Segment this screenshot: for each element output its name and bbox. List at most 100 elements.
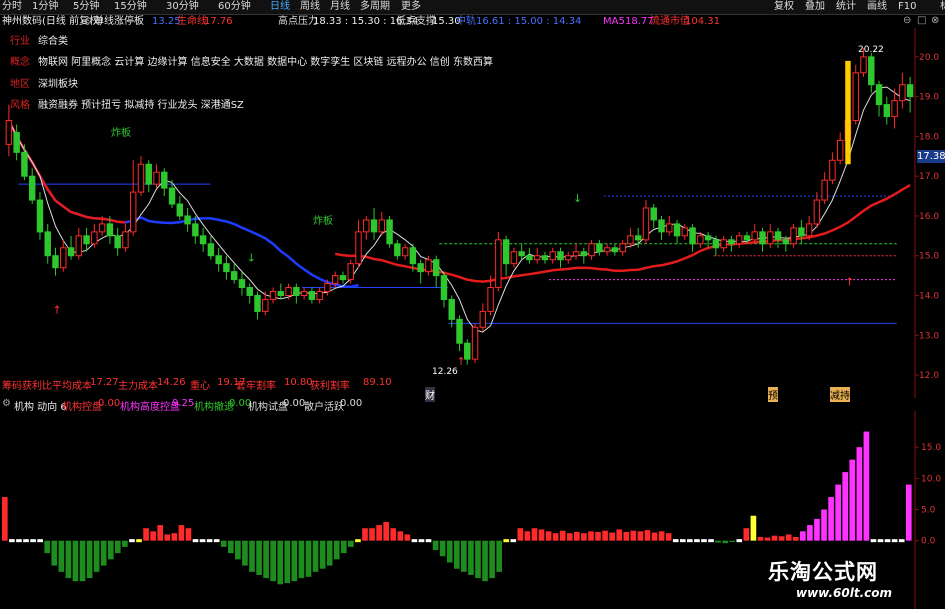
candle-body xyxy=(596,243,603,253)
period-tab-6[interactable]: 日线 xyxy=(270,0,290,14)
institution-bar xyxy=(665,533,672,541)
institution-bar xyxy=(609,532,615,541)
candle-body xyxy=(230,271,238,281)
institution-bar xyxy=(404,534,411,541)
institution-bar xyxy=(171,533,178,541)
tool-tab-0[interactable]: 复权 xyxy=(774,0,794,14)
institution-bar xyxy=(496,540,502,572)
institution-bar xyxy=(453,540,460,569)
candle-body xyxy=(471,326,479,360)
institution-bar xyxy=(475,540,481,579)
institution-bar xyxy=(284,540,291,584)
candlestick-chart[interactable]: 12.013.014.015.016.017.018.019.020.0↑↑↑↓… xyxy=(0,28,945,398)
institution-bar xyxy=(319,540,326,569)
institution-bar xyxy=(566,533,573,541)
candle-body xyxy=(262,298,269,312)
institution-bar xyxy=(93,540,100,572)
candle-body xyxy=(13,131,20,153)
event-ji-badge[interactable]: 预 xyxy=(768,387,778,402)
candle-body xyxy=(316,291,323,300)
panel2-kp-value: 0.00 xyxy=(98,398,121,409)
institution-bar xyxy=(792,536,799,541)
period-tab-10[interactable]: 更多 xyxy=(401,0,421,14)
institution-bar xyxy=(100,540,107,566)
bar-zero xyxy=(884,539,891,543)
period-tab-2[interactable]: 5分钟 xyxy=(73,0,99,14)
tool-tab-4[interactable]: F10 xyxy=(898,0,916,14)
institution-bar xyxy=(785,534,792,541)
institution-bar xyxy=(489,540,495,579)
candle-body xyxy=(697,235,704,245)
candle-body xyxy=(580,251,588,257)
candle-body xyxy=(378,219,386,233)
period-tab-3[interactable]: 15分钟 xyxy=(114,0,147,14)
institution-bar xyxy=(835,484,841,541)
period-tab-7[interactable]: 周线 xyxy=(300,0,320,14)
settings-gear-icon[interactable]: ⚙ xyxy=(84,15,93,28)
institution-bar xyxy=(256,540,262,575)
period-tab-1[interactable]: 1分钟 xyxy=(32,0,58,14)
institution-bar xyxy=(65,540,72,579)
institution-bar xyxy=(800,531,806,541)
institution-bar xyxy=(778,536,785,541)
bar-zero xyxy=(687,539,693,543)
candle-body xyxy=(83,235,90,245)
candle-body xyxy=(5,120,13,145)
candle-body xyxy=(285,287,292,296)
tool-tab-3[interactable]: 画线 xyxy=(867,0,887,14)
candle-body xyxy=(21,151,28,177)
bar-zero xyxy=(891,539,898,543)
candle-body xyxy=(176,203,184,217)
candle-body xyxy=(269,291,277,300)
institution-bar xyxy=(185,528,192,541)
candle-body xyxy=(681,227,689,237)
institution-bar xyxy=(630,530,637,541)
bar-zero xyxy=(37,539,43,543)
tool-tab-5[interactable]: 标记 xyxy=(940,0,945,14)
info-didian-label: 低点支撑 xyxy=(396,16,436,27)
candle-body xyxy=(798,227,805,237)
period-tab-5[interactable]: 60分钟 xyxy=(218,0,251,14)
institution-bar xyxy=(178,525,185,541)
tool-tab-2[interactable]: 统计 xyxy=(836,0,856,14)
institution-bar xyxy=(856,447,863,541)
candle-body xyxy=(448,298,455,320)
period-tab-8[interactable]: 月线 xyxy=(330,0,350,14)
candle-body xyxy=(308,291,316,300)
candle-body xyxy=(417,263,424,273)
bar-zero xyxy=(23,539,29,543)
candle-body xyxy=(650,207,657,221)
candle-body xyxy=(906,84,914,98)
y-tick-label: 19.0 xyxy=(919,93,939,103)
institution-bar xyxy=(277,540,284,585)
institution-bar xyxy=(771,535,778,541)
period-tab-9[interactable]: 多周期 xyxy=(360,0,390,14)
event-cai-badge[interactable]: 财 xyxy=(425,387,435,402)
institution-bar xyxy=(114,540,121,554)
close-icon[interactable]: ⊗ xyxy=(931,14,939,27)
institution-bar xyxy=(559,530,566,541)
institution-bar xyxy=(249,540,255,572)
candle-body xyxy=(689,227,696,245)
candle-body xyxy=(432,259,440,277)
institution-bar xyxy=(644,530,651,541)
restore-icon[interactable]: □ xyxy=(917,14,926,27)
minimize-icon[interactable]: ⊖ xyxy=(903,14,911,27)
y-tick-label: 13.0 xyxy=(919,331,939,341)
institution-bar xyxy=(44,540,51,554)
candle-body xyxy=(673,223,681,237)
indicator-name[interactable]: 单线涨停板 xyxy=(94,15,144,28)
up-arrow-icon: ↑ xyxy=(53,303,62,316)
candle-body xyxy=(67,247,75,257)
event-jian-badge[interactable]: 减持 xyxy=(830,387,850,402)
institution-bar xyxy=(298,540,305,579)
candle-body xyxy=(634,235,642,241)
candle-body xyxy=(821,179,828,201)
panel2-settings-icon[interactable]: ⚙ xyxy=(2,398,11,409)
period-tab-4[interactable]: 30分钟 xyxy=(166,0,199,14)
tool-tab-1[interactable]: 叠加 xyxy=(805,0,825,14)
period-tab-0[interactable]: 分时 xyxy=(2,0,22,14)
candle-body xyxy=(790,227,797,245)
institution-bar xyxy=(291,540,298,582)
profit-ratio-value: 89.10 xyxy=(363,377,392,388)
